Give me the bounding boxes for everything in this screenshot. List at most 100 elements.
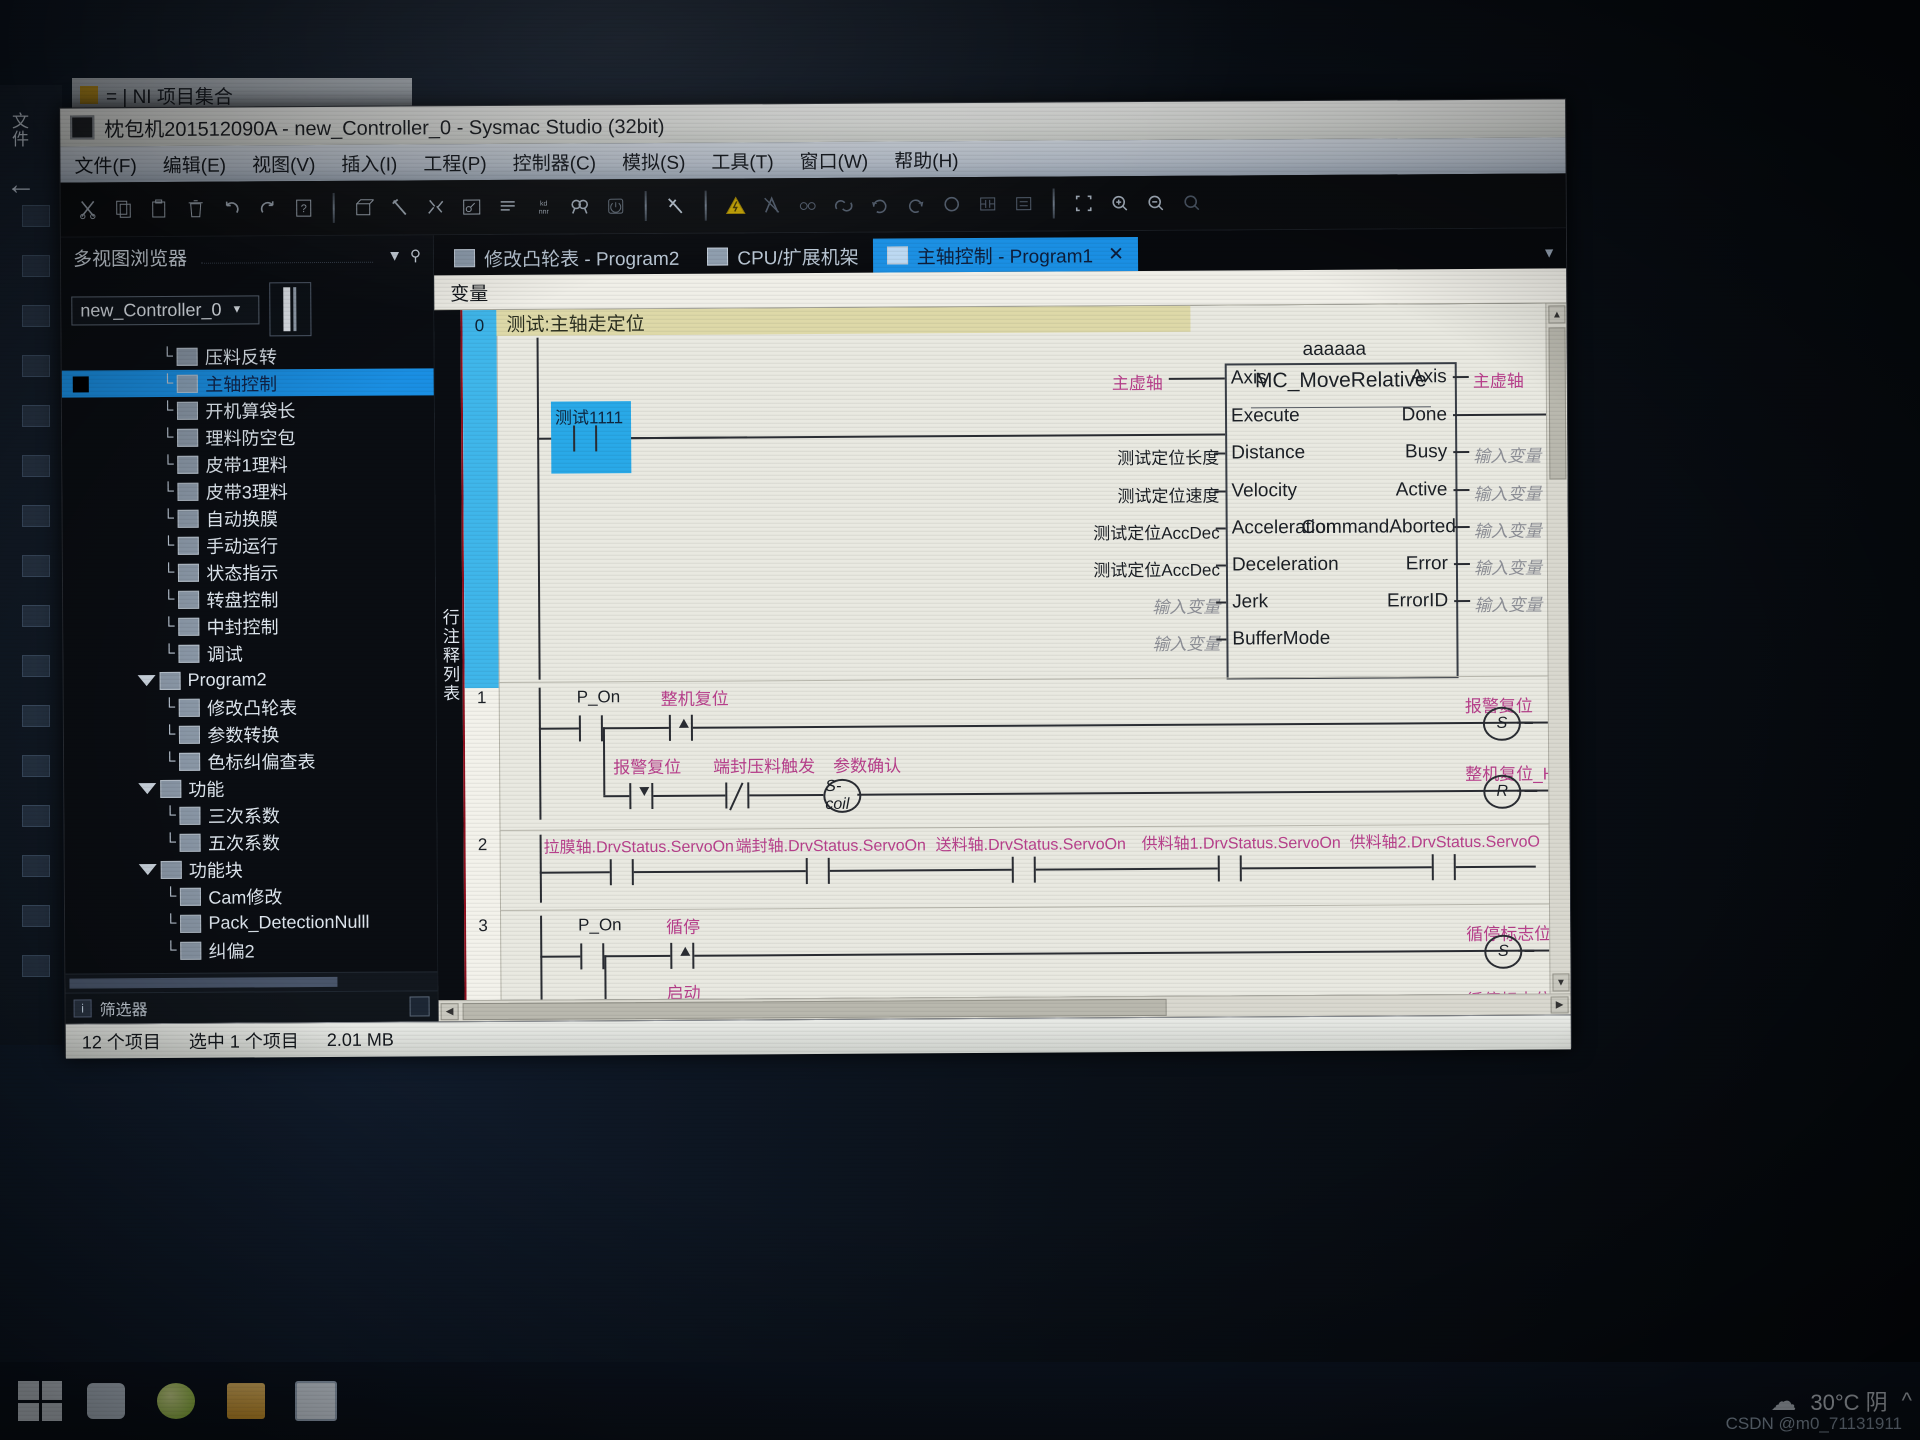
fb-input-value-Acceleration[interactable]: 测试定位AccDec [1093,519,1220,545]
hammer-icon[interactable] [385,192,415,222]
ladder-canvas[interactable]: 0 测试:主轴走定位 测试1111 MC_MoveRelative aaaaaa… [460,303,1571,1001]
pin-icon[interactable]: ⚲ [410,246,421,264]
scroll-right-icon[interactable]: ▶ [1550,996,1569,1014]
menu-simulation[interactable]: 模拟(S) [622,147,685,174]
weather-text[interactable]: 30°C 阴 [1810,1385,1887,1417]
rebuild-icon[interactable] [421,192,451,222]
fb-output-value-ErrorID[interactable]: 输入变量 [1474,591,1542,616]
filter-expand-icon[interactable] [409,996,430,1017]
coil-set[interactable]: S [1484,934,1523,969]
chevron-down-icon[interactable]: ▼ [387,247,402,264]
tree-item-2[interactable]: └ 开机算袋长 [62,395,434,424]
tree-item-19[interactable]: 功能块 [65,854,437,883]
fb-input-value-BufferMode[interactable]: 输入变量 [1152,630,1220,655]
tab-1[interactable]: CPU/扩展机架 [693,239,873,274]
rung-number[interactable]: 0 [462,309,499,689]
zoom-out-icon[interactable] [1141,188,1171,218]
delete-icon[interactable] [181,194,211,224]
tree-item-4[interactable]: └ 皮带1理料 [62,449,434,478]
rung-number[interactable]: 1 [465,688,499,708]
compare-icon[interactable] [457,192,487,222]
tree-item-0[interactable]: └ 压料反转 [62,341,434,370]
search-icon[interactable] [565,191,595,221]
cut-icon[interactable] [73,194,103,224]
tree-item-8[interactable]: └ 状态指示 [63,557,435,586]
controller-combo[interactable]: new_Controller_0 ▼ [71,294,260,326]
chevron-down-icon[interactable] [138,864,157,876]
rung-comment[interactable]: 测试:主轴走定位 [496,305,1191,336]
warning-icon[interactable] [721,190,751,220]
fb-output-value-Error[interactable]: 输入变量 [1474,554,1542,579]
explorer-hscroll-thumb[interactable] [69,976,338,989]
menu-insert[interactable]: 插入(I) [341,149,397,176]
fb-input-value-Axis[interactable]: 主虚轴 [1112,369,1163,394]
build-icon[interactable] [349,193,379,223]
menu-view[interactable]: 视图(V) [252,150,315,177]
monitor-icon[interactable] [937,189,967,219]
fb-input-value-Deceleration[interactable]: 测试定位AccDec [1093,556,1220,582]
tree-item-10[interactable]: └ 中封控制 [63,611,435,640]
redo-icon[interactable] [253,193,283,223]
compare-online-icon[interactable] [829,190,859,220]
chevron-down-icon[interactable] [137,675,156,687]
tree-item-1[interactable]: └ 主轴控制 [61,368,434,398]
fb-input-value-Distance[interactable]: 测试定位长度 [1117,444,1219,470]
fb-output-value-CommandAborted[interactable]: 输入变量 [1474,517,1542,542]
tree-item-20[interactable]: └ Cam修改 [65,881,437,910]
menu-tools[interactable]: 工具(T) [711,147,773,174]
paste-icon[interactable] [145,194,175,224]
fit-icon[interactable] [1069,188,1099,218]
tree-item-17[interactable]: └ 三次系数 [64,800,436,829]
tree-item-5[interactable]: └ 皮带3理料 [62,476,434,505]
tree-item-15[interactable]: └ 色标纠偏查表 [64,746,436,775]
menu-project[interactable]: 工程(P) [423,149,486,176]
coil-set[interactable]: S [1482,706,1522,741]
undo-icon[interactable] [217,193,247,223]
explorer-hscrollbar[interactable] [65,971,438,993]
tree-item-22[interactable]: └ 纠偏2 [65,935,437,964]
ladder-vscrollbar[interactable]: ▲ ▼ [1545,303,1571,994]
back-arrow-icon[interactable]: ← [6,168,36,202]
fb-input-value-Jerk[interactable]: 输入变量 [1152,593,1220,618]
tab-overflow-chevron-down-icon[interactable]: ▼ [1542,244,1566,268]
browser-icon[interactable] [150,1378,202,1424]
close-icon[interactable]: ✕ [1108,243,1124,266]
filter-label[interactable]: 筛选器 [100,996,148,1020]
tree-item-21[interactable]: └ Pack_DetectionNulll [65,908,437,937]
scroll-left-icon[interactable]: ◀ [440,1003,459,1021]
copy-icon[interactable] [109,194,139,224]
tab-0[interactable]: 修改凸轮表 - Program2 [440,240,694,276]
zoom-in-icon[interactable] [1105,188,1135,218]
windows-start-icon[interactable] [18,1381,62,1421]
tree-item-18[interactable]: └ 五次系数 [65,827,437,856]
chevron-up-icon[interactable]: ^ [1902,1388,1912,1414]
menu-controller[interactable]: 控制器(C) [513,148,597,176]
coil-reset[interactable]: R [1483,774,1522,809]
rung-number[interactable]: 2 [466,835,500,855]
ladder-vscroll-thumb[interactable] [1548,327,1567,480]
list-icon[interactable] [493,192,523,222]
tree-item-12[interactable]: Program2 [64,665,436,694]
tree-item-11[interactable]: └ 调试 [63,638,435,667]
tree-item-3[interactable]: └ 理料防空包 [62,422,434,451]
tree-item-14[interactable]: └ 参数转换 [64,719,436,748]
tree-item-13[interactable]: └ 修改凸轮表 [64,692,436,721]
ladder-hscroll-thumb[interactable] [462,998,1167,1021]
tree-item-7[interactable]: └ 手动运行 [63,530,435,559]
transfer-to-controller-icon[interactable] [757,190,787,220]
cross-reference-icon[interactable] [1009,189,1039,219]
scroll-up-icon[interactable]: ▲ [1548,305,1566,324]
transfer-from-controller-icon[interactable] [793,190,823,220]
fb-output-value-Busy[interactable]: 输入变量 [1473,442,1541,467]
simulation-icon[interactable] [601,191,631,221]
fb-output-value-Active[interactable]: 输入变量 [1473,480,1541,505]
menu-window[interactable]: 窗口(W) [800,146,869,173]
fb-output-value-Axis[interactable]: 主虚轴 [1473,367,1524,392]
coil-set[interactable]: S-coil [823,778,862,813]
tree-item-16[interactable]: 功能 [64,773,436,802]
task-view-icon[interactable] [80,1378,132,1424]
online-icon[interactable] [661,191,691,221]
chevron-down-icon[interactable] [138,783,157,795]
ladder-monitor-icon[interactable] [973,189,1003,219]
menu-help[interactable]: 帮助(H) [894,146,959,173]
